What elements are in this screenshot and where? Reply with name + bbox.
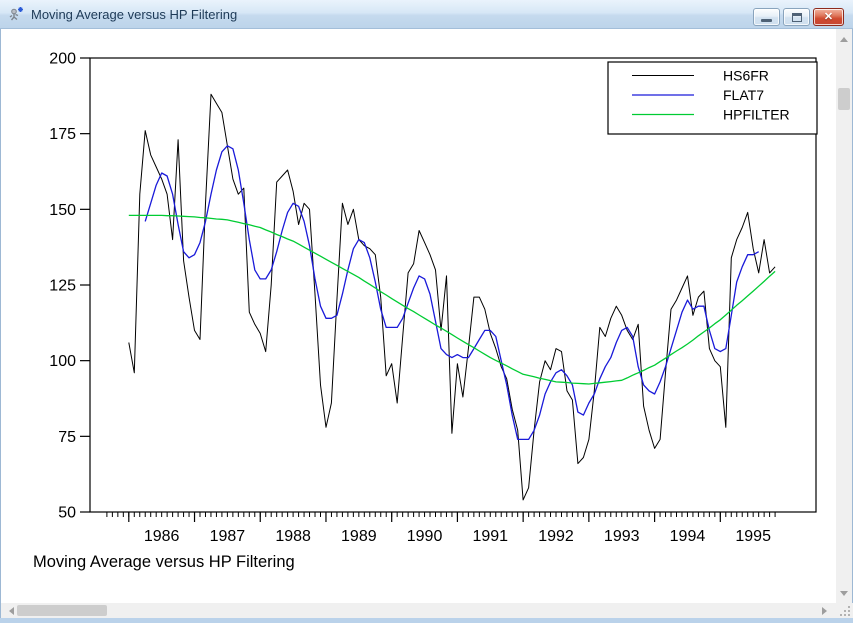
scroll-down-button[interactable]: [836, 585, 852, 601]
x-tick-label: 1994: [670, 528, 706, 545]
x-tick-label: 1990: [407, 528, 443, 545]
down-arrow-icon: [840, 591, 848, 596]
vertical-scroll-thumb[interactable]: [838, 88, 850, 110]
chart-svg: 50 75 100 125 150 175 200 1986 1987 1988 1989 1990 1…: [1, 29, 836, 603]
x-tick-label: 1987: [210, 528, 246, 545]
x-tick-label: 1989: [341, 528, 377, 545]
x-tick-label: 1995: [735, 528, 771, 545]
series-line-hpfilter: [129, 215, 775, 384]
legend-label-hs6fr: HS6FR: [723, 68, 769, 84]
y-tick-label: 100: [49, 353, 76, 370]
scroll-right-button[interactable]: [816, 603, 832, 619]
chart-caption: Moving Average versus HP Filtering: [33, 553, 295, 571]
restore-button[interactable]: [783, 8, 810, 26]
y-tick-label: 200: [49, 51, 76, 68]
graph-window: Moving Average versus HP Filtering ✕ 50 7…: [0, 0, 853, 623]
right-arrow-icon: [822, 607, 827, 615]
y-tick-label: 125: [49, 278, 76, 295]
x-tick-label: 1986: [144, 528, 180, 545]
minimize-icon: [761, 19, 772, 22]
up-arrow-icon: [840, 37, 848, 42]
x-tick-label: 1988: [275, 528, 311, 545]
series-line-hs6fr: [129, 94, 775, 500]
y-tick-label: 150: [49, 202, 76, 219]
horizontal-scrollbar[interactable]: [1, 603, 836, 618]
window-frame-bottom: [0, 618, 853, 623]
scroll-up-button[interactable]: [836, 31, 852, 47]
minimize-button[interactable]: [753, 8, 780, 26]
close-icon: ✕: [824, 12, 833, 23]
x-tick-label: 1992: [538, 528, 574, 545]
legend-box: [608, 62, 817, 134]
left-arrow-icon: [9, 607, 14, 615]
legend-label-hpfilter: HPFILTER: [723, 107, 790, 123]
x-tick-label: 1993: [604, 528, 640, 545]
close-button[interactable]: ✕: [813, 8, 844, 26]
x-tick-label: 1991: [472, 528, 508, 545]
graph-window-icon: [8, 6, 24, 22]
resize-grip[interactable]: [836, 603, 853, 618]
y-tick-label: 75: [58, 429, 76, 446]
titlebar[interactable]: Moving Average versus HP Filtering ✕: [0, 0, 853, 29]
restore-icon: [792, 13, 802, 22]
window-title: Moving Average versus HP Filtering: [31, 7, 237, 22]
horizontal-scroll-thumb[interactable]: [17, 605, 107, 616]
grip-dots-icon: [840, 606, 850, 616]
y-tick-label: 175: [49, 126, 76, 143]
legend-label-flat7: FLAT7: [723, 87, 764, 103]
y-tick-label: 50: [58, 505, 76, 522]
graph-canvas[interactable]: 50 75 100 125 150 175 200 1986 1987 1988 1989 1990 1…: [1, 29, 836, 603]
vertical-scrollbar[interactable]: [836, 29, 852, 603]
